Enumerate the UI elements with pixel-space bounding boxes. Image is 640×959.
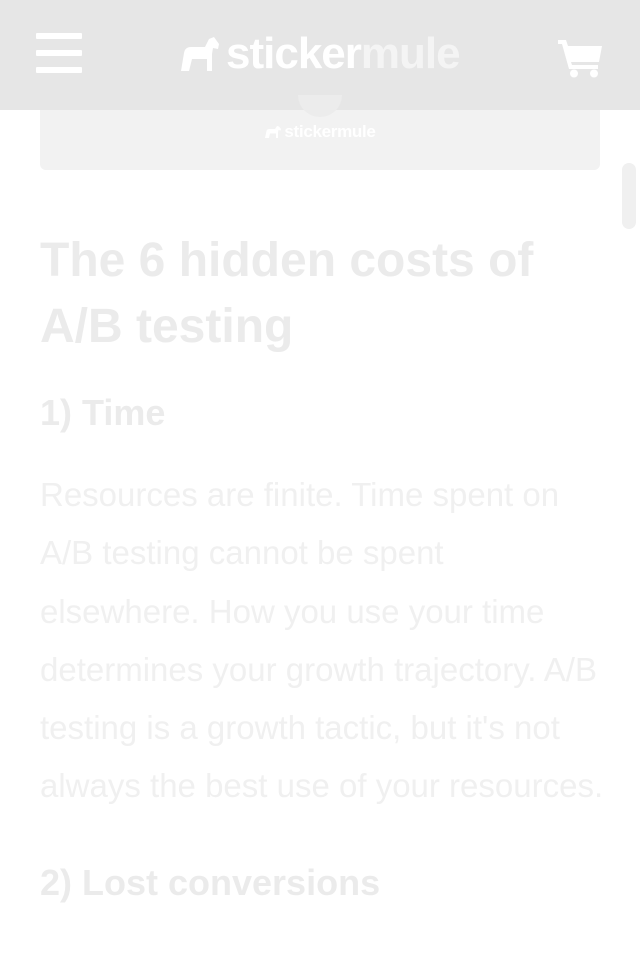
cart-icon <box>558 40 602 78</box>
cart-button[interactable] <box>556 36 604 78</box>
logo-word-mule: mule <box>360 29 461 78</box>
hero-logo-text: stickermule <box>284 122 376 141</box>
article-title: The 6 hidden costs of A/B testing <box>40 234 534 353</box>
section-heading-time: 1) Time <box>40 392 166 433</box>
page: stickermule stickermule The 6 hidden cos… <box>0 0 640 959</box>
mule-logo-icon <box>181 37 219 71</box>
hero-logo: stickermule <box>40 122 600 142</box>
logo-word-sticker: sticker <box>226 29 362 78</box>
section-paragraph-time: Resources are finite. Time spent on A/B … <box>40 476 604 805</box>
top-navigation-bar: stickermule <box>0 0 640 110</box>
menu-button[interactable] <box>36 32 82 74</box>
mule-logo-icon <box>265 126 282 138</box>
scrollbar-thumb[interactable] <box>622 163 636 229</box>
logo-text: stickermule <box>226 29 461 78</box>
site-logo[interactable]: stickermule <box>178 26 461 82</box>
article-content: The 6 hidden costs of A/B testing 1) Tim… <box>40 228 605 906</box>
section-heading-lost-conversions: 2) Lost conversions <box>40 861 381 903</box>
